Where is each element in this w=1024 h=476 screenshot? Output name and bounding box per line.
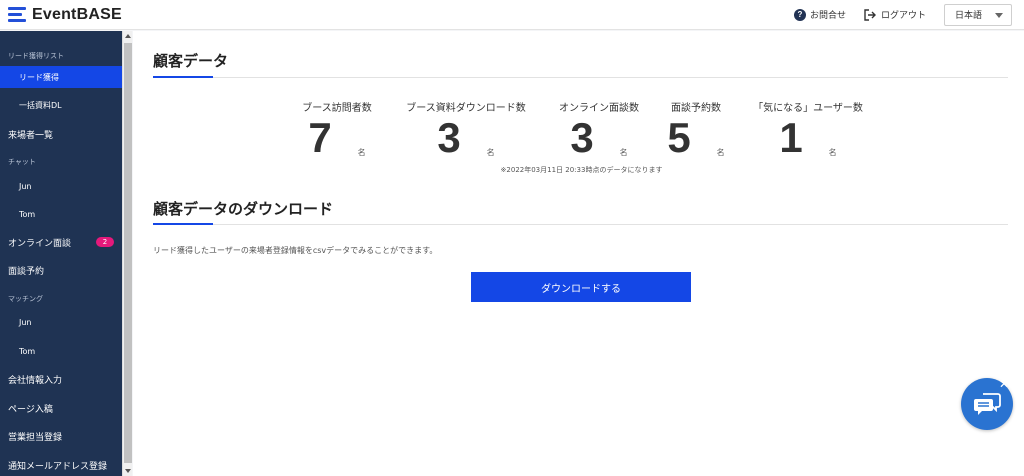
logout-label: ログアウト	[880, 11, 926, 21]
stat-value: 3	[570, 114, 594, 161]
language-value: 日本語	[955, 11, 983, 21]
stat-label: ブース資料ダウンロード数	[406, 103, 526, 114]
sidebar-item-meeting-reservation[interactable]: 面談予約	[0, 259, 122, 281]
stat-value: 5	[667, 114, 691, 161]
sidebar-item-label: 営業担当登録	[8, 432, 63, 443]
brand-name: EventBASE	[32, 5, 122, 23]
chevron-down-icon	[995, 12, 1003, 18]
close-icon[interactable]: ✕	[998, 378, 1010, 390]
stat-unit: 名	[716, 148, 725, 157]
stat-meeting-reservations: 面談予約数 5 名	[666, 99, 726, 160]
main-content: 顧客データ ブース訪問者数 7 名 ブース資料ダウンロード数 3 名 オンライン面談…	[133, 31, 1024, 476]
sidebar-item-label: 会社情報入力	[8, 375, 63, 386]
sidebar-item-label: 通知メールアドレス登録	[8, 461, 108, 472]
brand-logo[interactable]: EventBASE	[8, 6, 122, 24]
sidebar-item-label: リード獲得	[19, 72, 59, 82]
sidebar-item-label: Jun	[19, 317, 32, 327]
header-actions: ? お問合せ ログアウト 日本語	[793, 0, 1024, 30]
sidebar-item-chat-jun[interactable]: Jun	[0, 175, 122, 197]
scroll-up-icon[interactable]	[125, 34, 131, 38]
stat-booth-downloads: ブース資料ダウンロード数 3 名	[405, 99, 527, 160]
download-description: リード獲得したユーザーの来場者登録情報をcsvデータでみることができます。	[153, 246, 438, 255]
sidebar-item-label: リード獲得リスト	[8, 52, 64, 60]
download-button[interactable]: ダウンロードする	[471, 272, 691, 302]
stat-value: 7	[308, 114, 332, 161]
data-timestamp-note: ※2022年03月11日 20:33時点のデータになります	[133, 165, 1024, 175]
stat-value: 1	[779, 114, 803, 161]
note-text: ※2022年03月11日 20:33時点のデータになります	[500, 166, 663, 174]
sidebar-item-lead-acquisition[interactable]: リード獲得	[0, 66, 122, 88]
section-accent	[153, 223, 213, 225]
sidebar-item-sales-rep[interactable]: 営業担当登録	[0, 425, 122, 447]
chat-icon	[974, 393, 1001, 415]
stat-label: オンライン面談数	[559, 103, 639, 114]
stat-label: 面談予約数	[671, 103, 721, 114]
stat-unit: 名	[619, 148, 628, 157]
sidebar-category-matching: マッチング	[0, 288, 122, 310]
contact-label: お問合せ	[809, 11, 846, 21]
stat-interested-users: 「気になる」ユーザー数 1 名	[753, 99, 863, 160]
count-badge: 2	[96, 237, 114, 247]
download-title: 顧客データのダウンロード	[153, 200, 334, 218]
stat-unit: 名	[486, 148, 495, 157]
stat-unit: 名	[357, 148, 366, 157]
sidebar-item-page-submission[interactable]: ページ入稿	[0, 397, 122, 419]
customer-data-title: 顧客データ	[153, 52, 229, 70]
sidebar-item-label: 一括資料DL	[19, 100, 62, 110]
stat-label: ブース訪問者数	[302, 103, 372, 114]
contact-link[interactable]: ? お問合せ	[793, 8, 846, 21]
stat-value: 3	[437, 114, 461, 161]
sidebar-item-label: 来場者一覧	[8, 130, 54, 141]
stat-booth-visitors: ブース訪問者数 7 名	[299, 99, 375, 160]
sidebar-item-notification-email[interactable]: 通知メールアドレス登録	[0, 454, 122, 476]
sidebar-item-visitor-list[interactable]: 来場者一覧	[0, 123, 122, 145]
sidebar-item-chat-tom[interactable]: Tom	[0, 203, 122, 225]
sidebar-item-company-info[interactable]: 会社情報入力	[0, 368, 122, 390]
sidebar-item-label: Tom	[19, 209, 36, 219]
sidebar: リード獲得リスト リード獲得 一括資料DL 来場者一覧 チャット Jun Tom…	[0, 31, 122, 476]
sidebar-category-lead-list: リード獲得リスト	[0, 45, 122, 67]
sidebar-scrollbar[interactable]	[122, 31, 132, 476]
logout-link[interactable]: ログアウト	[864, 8, 926, 21]
stat-online-meetings: オンライン面談数 3 名	[556, 99, 642, 160]
section-accent	[153, 76, 213, 78]
sidebar-item-matching-jun[interactable]: Jun	[0, 311, 122, 333]
section-divider	[153, 77, 1008, 78]
sidebar-item-label: Jun	[19, 181, 32, 191]
sidebar-item-label: ページ入稿	[8, 404, 53, 415]
sidebar-item-matching-tom[interactable]: Tom	[0, 340, 122, 362]
scroll-down-icon[interactable]	[125, 469, 131, 473]
sidebar-item-online-meeting[interactable]: オンライン面談 2	[0, 231, 122, 253]
question-icon: ?	[793, 8, 806, 21]
sidebar-item-label: オンライン面談	[8, 238, 72, 249]
sidebar-category-chat: チャット	[0, 151, 122, 173]
scroll-thumb[interactable]	[124, 43, 132, 463]
sidebar-item-label: 面談予約	[8, 266, 45, 277]
section-divider	[153, 224, 1008, 225]
language-select[interactable]: 日本語	[944, 3, 1012, 26]
logout-icon	[864, 8, 876, 21]
stat-unit: 名	[828, 148, 837, 157]
sidebar-item-label: Tom	[19, 346, 36, 356]
logo-icon	[8, 6, 26, 23]
sidebar-item-label: チャット	[8, 158, 36, 166]
stat-label: 「気になる」ユーザー数	[753, 103, 863, 114]
sidebar-item-label: マッチング	[8, 295, 43, 303]
sidebar-item-bulk-download[interactable]: 一括資料DL	[0, 94, 122, 116]
top-header: EventBASE ? お問合せ ログアウト 日本語	[0, 0, 1024, 30]
